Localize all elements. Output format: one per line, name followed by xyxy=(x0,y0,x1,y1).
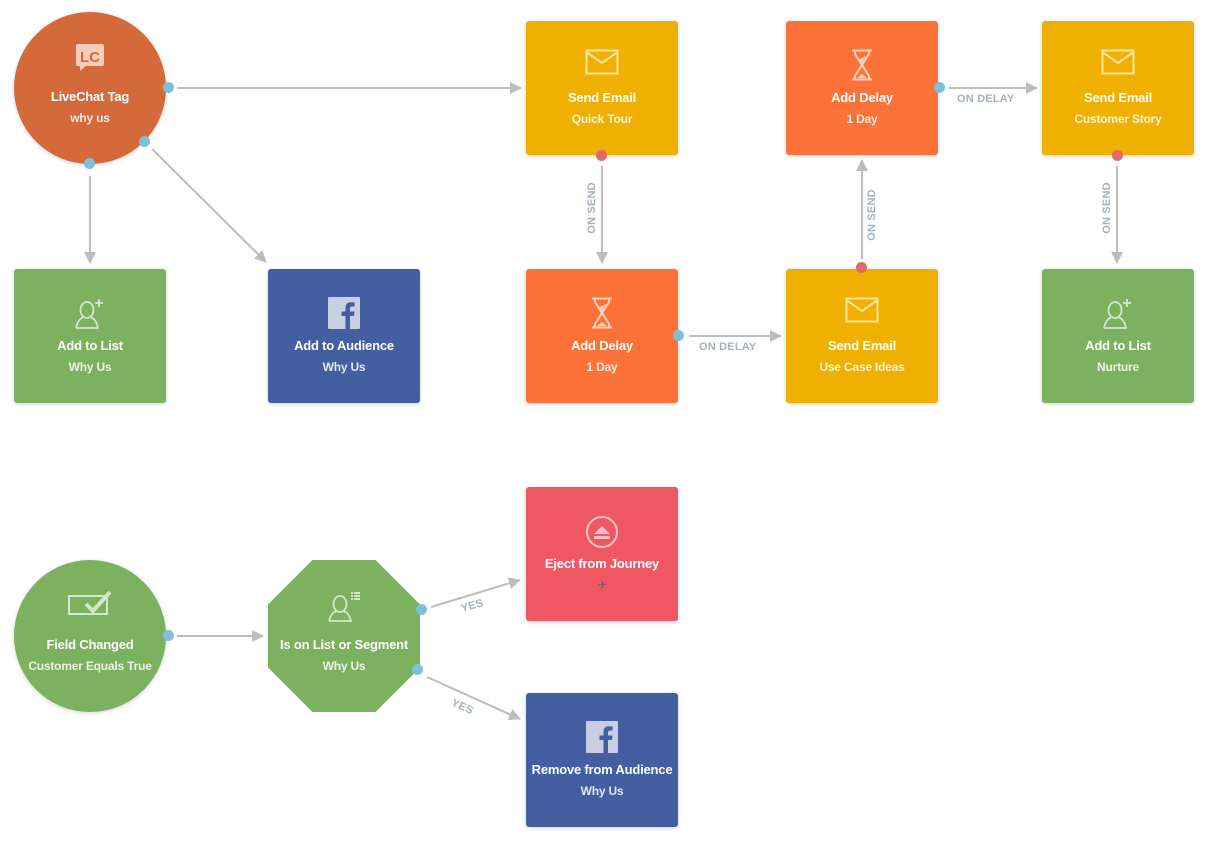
checkbox-field-icon xyxy=(68,590,112,621)
facebook-icon xyxy=(586,721,618,758)
hourglass-icon xyxy=(591,297,613,334)
edge-label-on-delay: ON DELAY xyxy=(699,341,757,353)
node-subtitle: Customer Equals True xyxy=(28,659,152,673)
output-port[interactable] xyxy=(673,330,684,341)
node-title: Send Email xyxy=(827,338,897,353)
node-title: Eject from Journey xyxy=(544,556,660,571)
node-subtitle: Use Case Ideas xyxy=(819,360,905,374)
edge-label-on-delay: ON DELAY xyxy=(957,93,1015,105)
hourglass-icon xyxy=(851,49,873,86)
node-title: Send Email xyxy=(567,90,637,105)
edge-label-on-send: ON SEND xyxy=(865,189,878,241)
edge-label-on-send: ON SEND xyxy=(1100,182,1113,234)
node-add-to-list-nurture[interactable]: Add to List Nurture xyxy=(1042,269,1194,403)
yes-port[interactable] xyxy=(412,664,423,675)
node-subtitle: Customer Story xyxy=(1074,112,1162,126)
node-subtitle: Why Us xyxy=(322,360,366,374)
node-add-to-list-why-us[interactable]: Add to List Why Us xyxy=(14,269,166,403)
node-title: Is on List or Segment xyxy=(280,637,408,652)
output-port[interactable] xyxy=(84,158,95,169)
add-user-icon xyxy=(74,297,106,334)
envelope-icon xyxy=(585,49,619,80)
on-send-port[interactable] xyxy=(596,150,607,161)
output-port[interactable] xyxy=(163,630,174,641)
node-add-delay-top[interactable]: Add Delay 1 Day xyxy=(786,21,938,155)
node-title: Add Delay xyxy=(571,338,633,353)
node-title: Field Changed xyxy=(46,637,134,652)
eject-icon xyxy=(585,515,619,554)
node-is-on-list-or-segment[interactable]: Is on List or Segment Why Us xyxy=(268,560,420,712)
output-port[interactable] xyxy=(139,136,150,147)
node-title: Remove from Audience xyxy=(531,762,673,777)
node-title: Add Delay xyxy=(831,90,893,105)
facebook-icon xyxy=(328,297,360,334)
airplane-icon: ✈ xyxy=(597,578,607,592)
node-subtitle: Why Us xyxy=(68,360,112,374)
edge-livechat-to-audience[interactable] xyxy=(151,148,267,263)
node-subtitle: 1 Day xyxy=(846,112,878,126)
node-subtitle: why us xyxy=(70,111,110,125)
node-subtitle: Why Us xyxy=(322,659,366,673)
add-user-icon xyxy=(1102,297,1134,334)
edge-label-yes: YES xyxy=(449,696,476,718)
node-subtitle: 1 Day xyxy=(586,360,618,374)
node-add-to-audience-why-us[interactable]: Add to Audience Why Us xyxy=(268,269,420,403)
node-send-email-customer-story[interactable]: Send Email Customer Story xyxy=(1042,21,1194,155)
yes-port[interactable] xyxy=(416,604,427,615)
on-send-port[interactable] xyxy=(1112,150,1123,161)
output-port[interactable] xyxy=(934,82,945,93)
output-port[interactable] xyxy=(163,82,174,93)
node-title: Add to List xyxy=(57,338,123,353)
node-field-changed[interactable]: Field Changed Customer Equals True xyxy=(14,560,166,712)
node-send-email-use-case-ideas[interactable]: Send Email Use Case Ideas xyxy=(786,269,938,403)
envelope-icon xyxy=(845,297,879,328)
edge-yes-to-remove-audience[interactable] xyxy=(426,676,521,720)
node-title: Add to List xyxy=(1085,338,1151,353)
edge-label-yes: YES xyxy=(459,597,485,615)
user-list-icon xyxy=(327,590,361,627)
node-add-delay-bottom[interactable]: Add Delay 1 Day xyxy=(526,269,678,403)
envelope-icon xyxy=(1101,49,1135,80)
node-eject-from-journey[interactable]: Eject from Journey ✈ xyxy=(526,487,678,621)
node-subtitle: Quick Tour xyxy=(571,112,633,126)
livechat-logo-icon: LC xyxy=(75,42,105,77)
edge-label-on-send: ON SEND xyxy=(585,182,598,234)
on-send-port[interactable] xyxy=(856,262,867,273)
node-remove-from-audience[interactable]: Remove from Audience Why Us xyxy=(526,693,678,827)
node-title: Send Email xyxy=(1083,90,1153,105)
node-send-email-quick-tour[interactable]: Send Email Quick Tour xyxy=(526,21,678,155)
node-title: Add to Audience xyxy=(294,338,394,353)
node-subtitle: Why Us xyxy=(580,784,624,798)
svg-text:LC: LC xyxy=(80,49,100,66)
node-subtitle: Nurture xyxy=(1097,360,1139,374)
node-title: LiveChat Tag xyxy=(50,89,130,104)
